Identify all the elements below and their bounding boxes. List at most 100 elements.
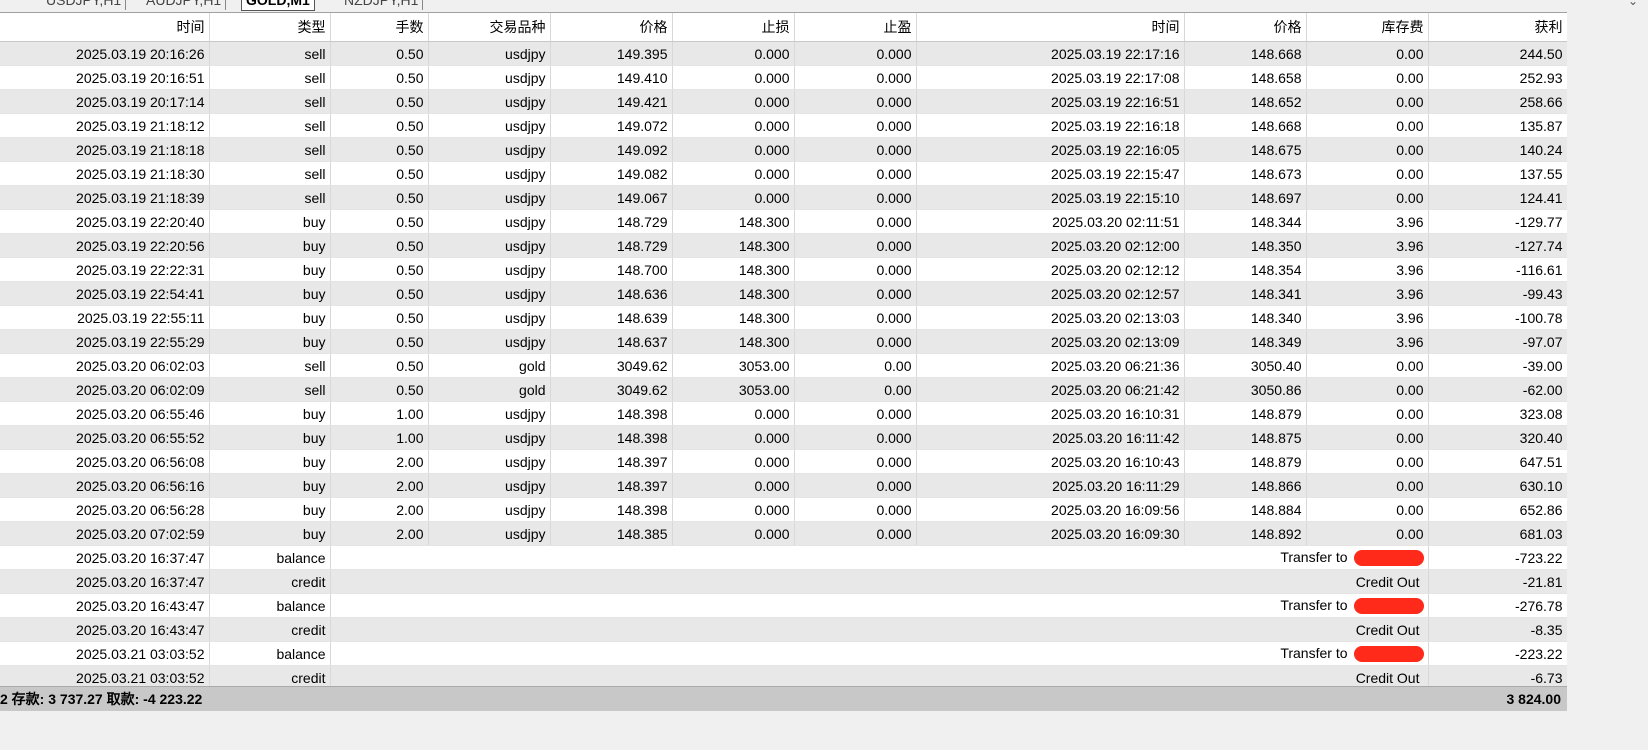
column-header[interactable]: 获利 bbox=[1428, 13, 1568, 42]
table-row[interactable]: 2025.03.20 06:56:08 buy 2.00 usdjpy 148.397 0… bbox=[0, 449, 1568, 474]
column-header[interactable]: 交易品种 bbox=[428, 13, 551, 42]
table-cell: buy bbox=[209, 497, 331, 522]
table-cell: 135.87 bbox=[1428, 113, 1568, 138]
table-cell: 0.000 bbox=[672, 89, 795, 114]
table-cell: 0.00 bbox=[1306, 473, 1429, 498]
table-row[interactable]: 2025.03.20 06:56:16 buy 2.00 usdjpy 148.397 0… bbox=[0, 473, 1568, 498]
comment-text: Transfer to bbox=[1280, 596, 1348, 613]
table-cell: 2025.03.20 06:21:36 bbox=[916, 353, 1185, 378]
table-cell: 148.300 bbox=[672, 209, 795, 234]
column-header[interactable]: 类型 bbox=[209, 13, 331, 42]
table-cell: 2025.03.20 02:13:03 bbox=[916, 305, 1185, 330]
tab-nzdjpy[interactable]: NZDJPY,H1 bbox=[340, 0, 424, 10]
table-cell: -223.22 bbox=[1428, 641, 1568, 666]
table-cell: 149.395 bbox=[550, 41, 673, 66]
operation-comment: Transfer to bbox=[330, 545, 1429, 570]
table-cell: sell bbox=[209, 137, 331, 162]
table-cell: 2025.03.19 20:17:14 bbox=[0, 89, 210, 114]
table-body: 2025.03.19 20:16:26 sell 0.50 usdjpy 149.395… bbox=[0, 41, 1568, 690]
table-cell: buy bbox=[209, 401, 331, 426]
table-row[interactable]: 2025.03.20 06:55:52 buy 1.00 usdjpy 148.398 0… bbox=[0, 425, 1568, 450]
table-cell: usdjpy bbox=[428, 41, 551, 66]
table-cell: 148.300 bbox=[672, 305, 795, 330]
chart-tab-bar: USDJPY,H1 AUDJPY,H1 GOLD,M1 NZDJPY,H1 ⌄ bbox=[0, 0, 1648, 13]
right-scroll-area bbox=[1567, 12, 1648, 711]
table-row[interactable]: 2025.03.20 06:55:46 buy 1.00 usdjpy 148.398 0… bbox=[0, 401, 1568, 426]
tab-gold[interactable]: GOLD,M1 bbox=[241, 0, 315, 11]
table-row[interactable]: 2025.03.19 21:18:12 sell 0.50 usdjpy 149.072… bbox=[0, 113, 1568, 138]
table-row[interactable]: 2025.03.19 20:17:14 sell 0.50 usdjpy 149.421… bbox=[0, 89, 1568, 114]
column-header[interactable]: 止盈 bbox=[794, 13, 917, 42]
history-table: 时间 类型 手数 交易品种 价格 止损 止盈 时间 价格 库存费 获利 2025.03.19 20:… bbox=[0, 13, 1568, 690]
table-cell: 140.24 bbox=[1428, 137, 1568, 162]
table-row[interactable]: 2025.03.20 16:37:47 credit Credit Out -21.8… bbox=[0, 569, 1568, 594]
table-cell: 0.000 bbox=[672, 161, 795, 186]
table-cell: 2025.03.19 22:16:05 bbox=[916, 137, 1185, 162]
table-row[interactable]: 2025.03.20 07:02:59 buy 2.00 usdjpy 148.385 0… bbox=[0, 521, 1568, 546]
table-cell: 148.350 bbox=[1184, 233, 1307, 258]
column-header[interactable]: 价格 bbox=[550, 13, 673, 42]
table-cell: usdjpy bbox=[428, 521, 551, 546]
table-cell: 3050.86 bbox=[1184, 377, 1307, 402]
column-header[interactable]: 手数 bbox=[330, 13, 429, 42]
table-row[interactable]: 2025.03.20 06:56:28 buy 2.00 usdjpy 148.398 0… bbox=[0, 497, 1568, 522]
table-cell: -116.61 bbox=[1428, 257, 1568, 282]
table-header: 时间 类型 手数 交易品种 价格 止损 止盈 时间 价格 库存费 获利 bbox=[0, 13, 1568, 42]
table-row[interactable]: 2025.03.19 22:55:29 buy 0.50 usdjpy 148.637 1… bbox=[0, 329, 1568, 354]
table-cell: 149.410 bbox=[550, 65, 673, 90]
table-cell: 0.000 bbox=[794, 401, 917, 426]
table-cell: 0.000 bbox=[672, 521, 795, 546]
table-row[interactable]: 2025.03.21 03:03:52 balance Transfer to -22… bbox=[0, 641, 1568, 666]
table-cell: 148.300 bbox=[672, 329, 795, 354]
column-header[interactable]: 时间 bbox=[0, 13, 210, 42]
table-cell: 2025.03.20 06:56:16 bbox=[0, 473, 210, 498]
table-cell: credit bbox=[209, 569, 331, 594]
table-cell: 148.397 bbox=[550, 473, 673, 498]
table-cell: 244.50 bbox=[1428, 41, 1568, 66]
chevron-down-icon[interactable]: ⌄ bbox=[1628, 0, 1638, 8]
table-cell: 1.00 bbox=[330, 425, 429, 450]
column-header[interactable]: 库存费 bbox=[1306, 13, 1429, 42]
table-row[interactable]: 2025.03.19 21:18:30 sell 0.50 usdjpy 149.082… bbox=[0, 161, 1568, 186]
column-header[interactable]: 价格 bbox=[1184, 13, 1307, 42]
table-cell: usdjpy bbox=[428, 497, 551, 522]
table-cell: 148.398 bbox=[550, 497, 673, 522]
table-cell: 137.55 bbox=[1428, 161, 1568, 186]
table-row[interactable]: 2025.03.19 21:18:39 sell 0.50 usdjpy 149.067… bbox=[0, 185, 1568, 210]
table-cell: 2025.03.20 16:37:47 bbox=[0, 545, 210, 570]
table-cell: 2025.03.20 06:55:46 bbox=[0, 401, 210, 426]
table-row[interactable]: 2025.03.19 22:20:56 buy 0.50 usdjpy 148.729 1… bbox=[0, 233, 1568, 258]
table-row[interactable]: 2025.03.19 22:55:11 buy 0.50 usdjpy 148.639 1… bbox=[0, 305, 1568, 330]
table-cell: balance bbox=[209, 545, 331, 570]
table-row[interactable]: 2025.03.20 16:43:47 credit Credit Out -8.35 bbox=[0, 617, 1568, 642]
table-row[interactable]: 2025.03.20 16:37:47 balance Transfer to -72… bbox=[0, 545, 1568, 570]
table-cell: credit bbox=[209, 617, 331, 642]
tab-usdjpy[interactable]: USDJPY,H1 bbox=[42, 0, 127, 10]
table-cell: 149.072 bbox=[550, 113, 673, 138]
table-cell: 2025.03.20 16:11:42 bbox=[916, 425, 1185, 450]
table-row[interactable]: 2025.03.19 22:22:31 buy 0.50 usdjpy 148.700 1… bbox=[0, 257, 1568, 282]
table-cell: 0.50 bbox=[330, 329, 429, 354]
table-cell: 2025.03.19 22:20:40 bbox=[0, 209, 210, 234]
table-row[interactable]: 2025.03.20 16:43:47 balance Transfer to -27… bbox=[0, 593, 1568, 618]
column-header[interactable]: 止损 bbox=[672, 13, 795, 42]
tab-audjpy[interactable]: AUDJPY,H1 bbox=[142, 0, 227, 10]
table-cell: 2025.03.19 22:17:16 bbox=[916, 41, 1185, 66]
table-cell: 148.866 bbox=[1184, 473, 1307, 498]
table-row[interactable]: 2025.03.19 20:16:51 sell 0.50 usdjpy 149.410… bbox=[0, 65, 1568, 90]
table-row[interactable]: 2025.03.20 06:02:09 sell 0.50 gold 3049.62 30… bbox=[0, 377, 1568, 402]
table-row[interactable]: 2025.03.19 22:54:41 buy 0.50 usdjpy 148.636 1… bbox=[0, 281, 1568, 306]
table-cell: 2025.03.20 06:21:42 bbox=[916, 377, 1185, 402]
table-cell: 0.000 bbox=[794, 521, 917, 546]
table-row[interactable]: 2025.03.20 06:02:03 sell 0.50 gold 3049.62 30… bbox=[0, 353, 1568, 378]
table-row[interactable]: 2025.03.19 22:20:40 buy 0.50 usdjpy 148.729 1… bbox=[0, 209, 1568, 234]
table-cell: 0.000 bbox=[672, 425, 795, 450]
column-header[interactable]: 时间 bbox=[916, 13, 1185, 42]
table-row[interactable]: 2025.03.19 20:16:26 sell 0.50 usdjpy 149.395… bbox=[0, 41, 1568, 66]
table-row[interactable]: 2025.03.19 21:18:18 sell 0.50 usdjpy 149.092… bbox=[0, 137, 1568, 162]
table-cell: -723.22 bbox=[1428, 545, 1568, 570]
table-cell: 149.082 bbox=[550, 161, 673, 186]
table-cell: 2025.03.20 16:43:47 bbox=[0, 593, 210, 618]
table-cell: 0.00 bbox=[794, 377, 917, 402]
table-cell: sell bbox=[209, 353, 331, 378]
